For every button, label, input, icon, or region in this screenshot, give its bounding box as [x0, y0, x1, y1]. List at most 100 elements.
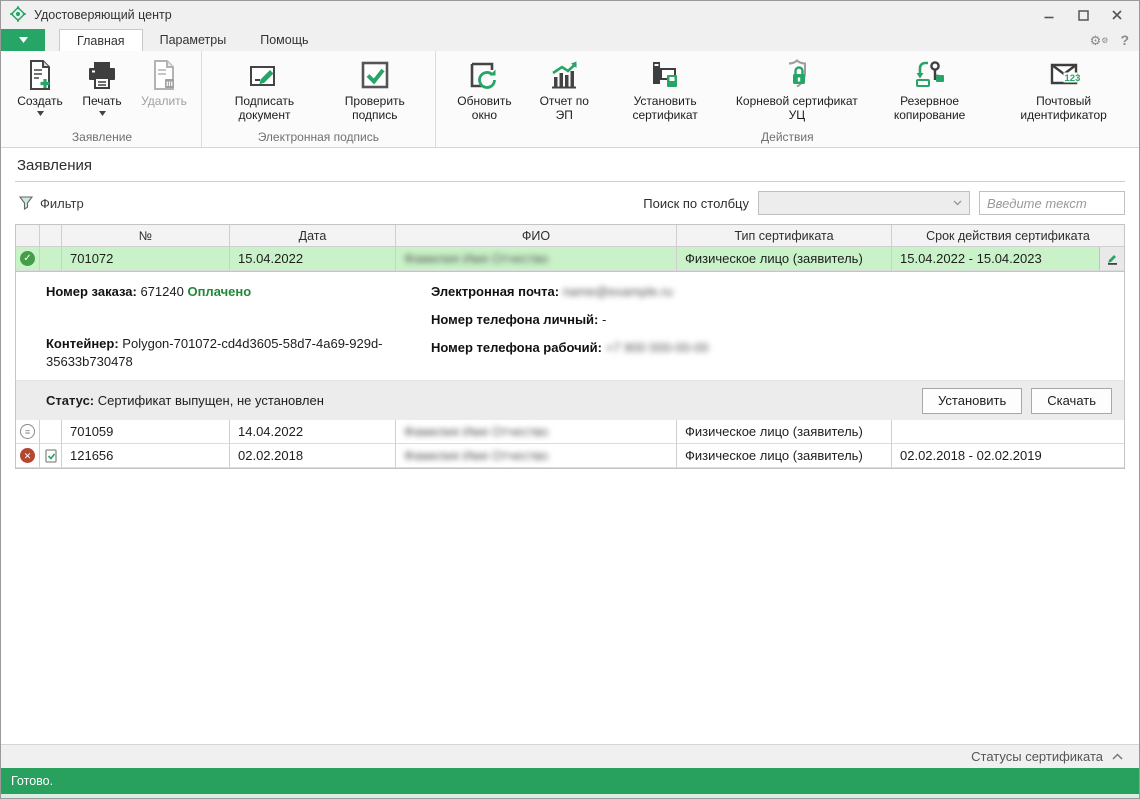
backup-button[interactable]: Резервное копирование: [867, 55, 992, 123]
refresh-window-button[interactable]: Обновить окно: [444, 55, 525, 123]
tab-parametry[interactable]: Параметры: [143, 29, 244, 51]
phone-work-line: Номер телефона рабочий: +7 900 000-00-00: [431, 339, 1114, 357]
filter-button[interactable]: Фильтр: [15, 194, 88, 213]
tab-glavnaya[interactable]: Главная: [59, 29, 143, 51]
document-add-icon: [24, 59, 56, 91]
install-button[interactable]: Установить: [922, 388, 1022, 414]
report-ep-button[interactable]: Отчет по ЭП: [529, 55, 599, 123]
certificate-statuses-panel-header[interactable]: Статусы сертификата: [1, 744, 1139, 768]
settings-gears-icon[interactable]: ⚙⚙: [1090, 34, 1109, 47]
row-cert-validity: [892, 420, 1124, 444]
ribbon-group-deystviya: Обновить окно Отчет по ЭП: [435, 51, 1139, 147]
header-cert-validity[interactable]: Срок действия сертификата: [892, 225, 1124, 247]
mail-identifier-button[interactable]: 123 Почтовый идентификатор: [996, 55, 1131, 123]
sign-document-icon: [248, 59, 280, 91]
delete-button[interactable]: Удалить: [135, 55, 193, 110]
ribbon: Создать Печать: [1, 51, 1139, 148]
install-certificate-icon: [649, 59, 681, 91]
window-bottom-strip: [1, 794, 1139, 798]
ribbon-tab-bar: Главная Параметры Помощь ⚙⚙ ?: [1, 29, 1139, 51]
error-circle-icon: ✕: [20, 448, 35, 463]
header-cert-type[interactable]: Тип сертификата: [677, 225, 892, 247]
document-check-icon: [45, 449, 57, 463]
help-icon[interactable]: ?: [1120, 32, 1129, 48]
row-fio: Фамилия Имя Отчество: [396, 247, 677, 271]
email-label: Электронная почта:: [431, 284, 559, 299]
row-status-cell: ✕: [16, 444, 40, 468]
table-row-701072[interactable]: ✓ 701072 15.04.2022 Фамилия Имя Отчество…: [16, 247, 1124, 271]
download-button[interactable]: Скачать: [1031, 388, 1112, 414]
table-row-701059[interactable]: ≡ 701059 14.04.2022 Фамилия Имя Отчество…: [16, 420, 1124, 444]
search-by-column-label: Поиск по столбцу: [643, 196, 749, 211]
row-cert-type: Физическое лицо (заявитель): [677, 420, 892, 444]
sign-document-button[interactable]: Подписать документ: [210, 55, 319, 123]
row-date: 02.02.2018: [230, 444, 396, 468]
check-circle-icon: ✓: [20, 251, 35, 266]
ribbon-group-label: Электронная подпись: [210, 127, 427, 146]
row-doc-cell: [40, 247, 62, 271]
backup-icon: [914, 59, 946, 91]
chevron-down-icon: [19, 37, 28, 43]
report-chart-icon: [548, 59, 580, 91]
header-doc-icon-col[interactable]: [40, 225, 62, 247]
certificate-statuses-label: Статусы сертификата: [971, 749, 1103, 764]
app-menu-button[interactable]: [1, 29, 45, 51]
maximize-icon: [1078, 10, 1089, 21]
close-button[interactable]: [1101, 4, 1133, 26]
order-number-label: Номер заказа:: [46, 284, 137, 299]
maximize-button[interactable]: [1067, 4, 1099, 26]
app-window: Удостоверяющий центр Главная Параметры П…: [0, 0, 1140, 799]
window-controls: [1033, 4, 1133, 26]
search-input[interactable]: [979, 191, 1125, 215]
page-title: Заявления: [15, 148, 1125, 182]
search-column-select[interactable]: [758, 191, 970, 215]
applications-table: № Дата ФИО Тип сертификата Срок действия…: [15, 224, 1125, 272]
chevron-up-icon: [1112, 753, 1123, 760]
phone-work-value: +7 900 000-00-00: [606, 340, 709, 355]
mail-id-icon: 123: [1048, 59, 1080, 91]
email-line: Электронная почта: name@example.ru: [431, 283, 1114, 301]
details-left-column: Номер заказа: 671240 Оплачено Контейнер:…: [46, 283, 411, 380]
phone-personal-value: -: [602, 312, 606, 327]
install-certificate-button[interactable]: Установить сертификат: [603, 55, 726, 123]
filter-funnel-icon: [19, 196, 33, 210]
phone-work-label: Номер телефона рабочий:: [431, 340, 602, 355]
filter-label: Фильтр: [40, 196, 84, 211]
row-cert-validity: 15.04.2022 - 15.04.2023: [892, 247, 1124, 271]
svg-text:123: 123: [1064, 73, 1080, 84]
header-number[interactable]: №: [62, 225, 230, 247]
header-fio[interactable]: ФИО: [396, 225, 677, 247]
status-value: Сертификат выпущен, не установлен: [98, 393, 324, 408]
title-bar: Удостоверяющий центр: [1, 1, 1139, 29]
verify-signature-button[interactable]: Проверить подпись: [323, 55, 427, 123]
create-button[interactable]: Создать: [11, 55, 69, 117]
header-date[interactable]: Дата: [230, 225, 396, 247]
tab-pomosch[interactable]: Помощь: [243, 29, 325, 51]
edit-row-button[interactable]: [1099, 247, 1124, 270]
ribbon-group-zayavlenie: Создать Печать: [3, 51, 201, 147]
order-number-line: Номер заказа: 671240 Оплачено: [46, 283, 411, 301]
table-row-121656[interactable]: ✕ 121656 02.02.2018 Фамилия Имя Отчество…: [16, 444, 1124, 468]
container-line: Контейнер: Polygon-701072-cd4d3605-58d7-…: [46, 335, 391, 371]
container-label: Контейнер:: [46, 336, 119, 351]
root-certificate-button[interactable]: Корневой сертификат УЦ: [731, 55, 863, 123]
search-zone: Поиск по столбцу: [643, 191, 1125, 215]
row-doc-cell: [40, 420, 62, 444]
row-cert-type: Физическое лицо (заявитель): [677, 247, 892, 271]
row-number: 121656: [62, 444, 230, 468]
row-number: 701059: [62, 420, 230, 444]
minimize-button[interactable]: [1033, 4, 1065, 26]
row-doc-cell: [40, 444, 62, 468]
certificate-status-strip: Статус: Сертификат выпущен, не установле…: [15, 380, 1125, 420]
dropdown-arrow-icon: [37, 111, 44, 116]
order-number-value: 671240: [140, 284, 183, 299]
row-fio: Фамилия Имя Отчество: [396, 420, 677, 444]
row-fio: Фамилия Имя Отчество: [396, 444, 677, 468]
row-number: 701072: [62, 247, 230, 271]
print-button[interactable]: Печать: [73, 55, 131, 117]
header-status-icon-col[interactable]: [16, 225, 40, 247]
status-bar-text: Готово.: [11, 774, 53, 788]
row-status-cell: ✓: [16, 247, 40, 271]
row-cert-validity: 02.02.2018 - 02.02.2019: [892, 444, 1124, 468]
ribbon-group-podpis: Подписать документ Проверить подпись Эле…: [201, 51, 435, 147]
